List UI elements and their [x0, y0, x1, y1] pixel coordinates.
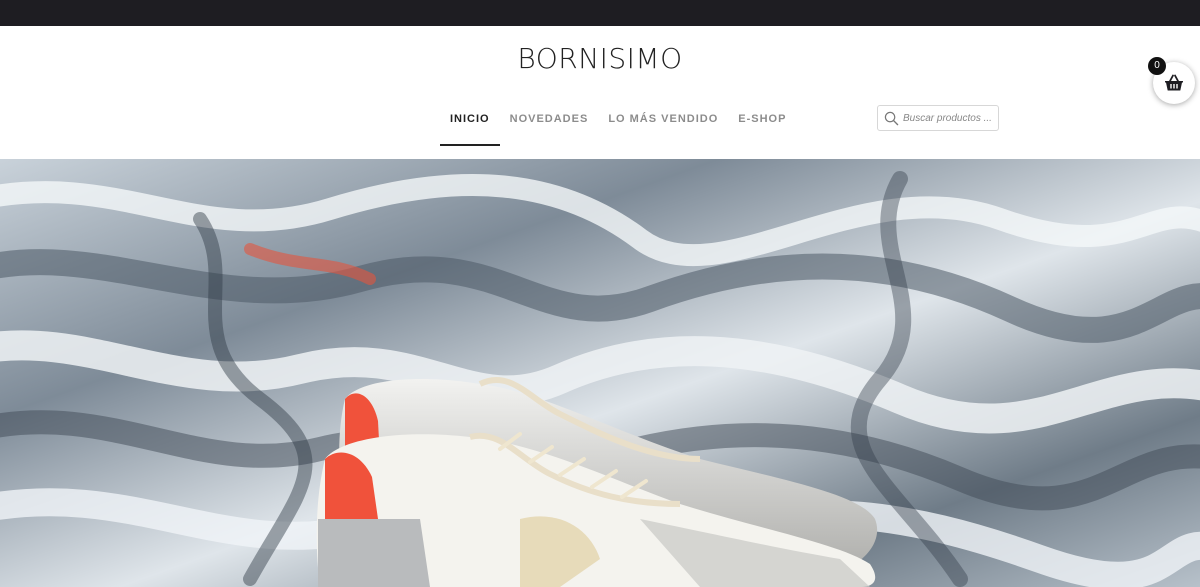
- sneakers-image: [0, 159, 1200, 587]
- search-icon[interactable]: [884, 111, 899, 126]
- product-search: [877, 105, 999, 131]
- basket-icon: [1165, 74, 1183, 91]
- cart-count-badge: 0: [1148, 57, 1166, 75]
- site-header: BORNISIMO INICIO NOVEDADES LO MÁS VENDID…: [0, 26, 1200, 159]
- nav-item-e-shop[interactable]: E-SHOP: [728, 110, 796, 146]
- main-nav: INICIO NOVEDADES LO MÁS VENDIDO E-SHOP: [440, 110, 796, 146]
- site-logo[interactable]: BORNISIMO: [0, 42, 1200, 75]
- top-bar: [0, 0, 1200, 26]
- nav-item-novedades[interactable]: NOVEDADES: [500, 110, 599, 146]
- search-input[interactable]: [903, 109, 995, 127]
- nav-item-inicio[interactable]: INICIO: [440, 110, 500, 146]
- nav-item-lo-mas-vendido[interactable]: LO MÁS VENDIDO: [598, 110, 728, 146]
- hero-banner: [0, 159, 1200, 587]
